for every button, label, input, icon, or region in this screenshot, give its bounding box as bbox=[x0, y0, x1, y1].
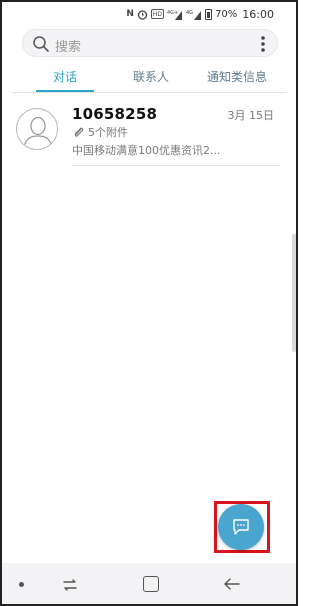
svg-text:4G: 4G bbox=[186, 10, 193, 16]
attachment-count: 5个附件 bbox=[88, 126, 128, 139]
paperclip-icon bbox=[74, 127, 84, 137]
4g-signal-icon: 4G bbox=[186, 9, 202, 20]
hd-icon: HD bbox=[150, 9, 165, 19]
back-icon[interactable] bbox=[223, 575, 241, 593]
conversation-row[interactable]: 10658258 3月 15日 5个附件 中国移动满意100优惠资讯2... bbox=[0, 100, 298, 166]
search-icon bbox=[33, 36, 49, 52]
search-placeholder: 搜索 bbox=[55, 40, 82, 55]
nfc-icon: N bbox=[126, 8, 134, 19]
tab-notifications[interactable]: 通知类信息 bbox=[196, 63, 278, 93]
recent-apps-icon[interactable] bbox=[60, 575, 80, 595]
nav-dot-icon[interactable] bbox=[19, 582, 24, 587]
svg-text:4G+: 4G+ bbox=[167, 10, 178, 16]
status-bar: N HD 4G+ 4G 70% 16:00 bbox=[0, 0, 298, 26]
avatar[interactable] bbox=[16, 108, 58, 150]
battery-percent: 70% bbox=[215, 8, 238, 20]
tab-bar: 对话 联系人 通知类信息 bbox=[0, 63, 298, 93]
search-input[interactable]: 搜索 bbox=[22, 29, 278, 57]
conversation-sender: 10658258 bbox=[72, 105, 158, 123]
status-icons: N HD 4G+ 4G 70% 16:00 bbox=[126, 7, 274, 21]
navigation-bar bbox=[0, 563, 298, 606]
divider bbox=[72, 165, 280, 166]
tab-contacts[interactable]: 联系人 bbox=[116, 63, 186, 93]
chat-bubble-icon bbox=[233, 519, 249, 535]
more-options-icon[interactable] bbox=[253, 33, 273, 55]
conversation-date: 3月 15日 bbox=[227, 109, 275, 122]
4g-signal-icon: 4G+ bbox=[167, 9, 183, 20]
alarm-icon bbox=[137, 9, 148, 20]
scroll-handle[interactable] bbox=[292, 234, 296, 352]
compose-message-button[interactable] bbox=[218, 504, 264, 550]
attachment-info: 5个附件 bbox=[72, 125, 128, 139]
tab-conversations[interactable]: 对话 bbox=[30, 63, 100, 93]
battery-icon bbox=[205, 8, 213, 20]
divider bbox=[12, 92, 286, 93]
clock: 16:00 bbox=[242, 7, 274, 21]
message-preview: 中国移动满意100优惠资讯2... bbox=[72, 144, 221, 157]
home-icon[interactable] bbox=[143, 576, 159, 592]
person-icon bbox=[23, 116, 53, 148]
